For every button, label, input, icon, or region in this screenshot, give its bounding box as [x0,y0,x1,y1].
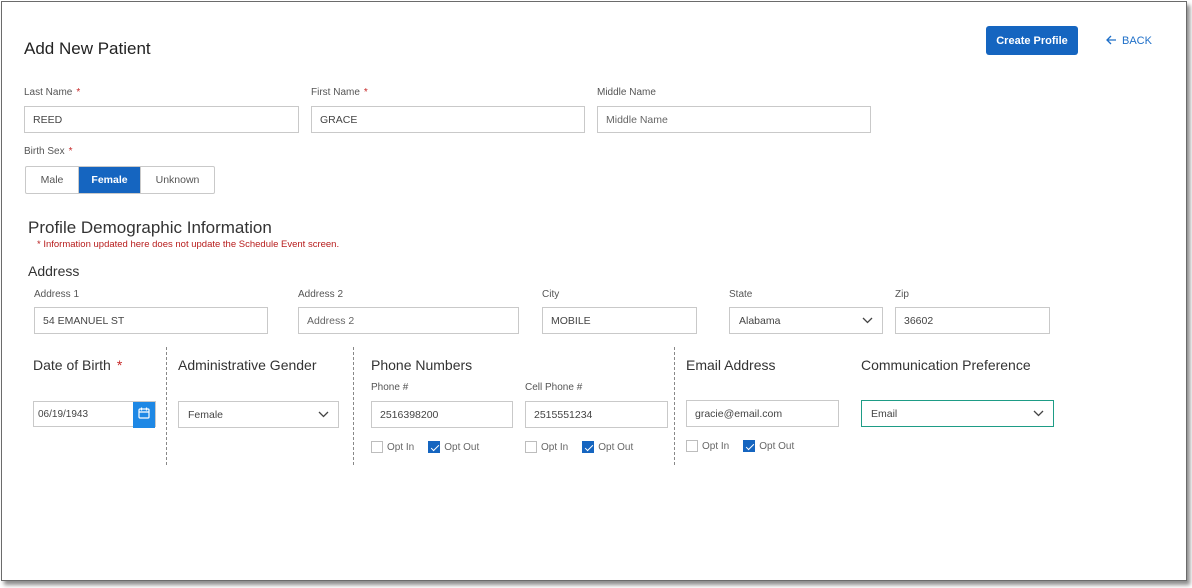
birth-sex-unknown-option[interactable]: Unknown [141,167,214,193]
back-link[interactable]: BACK [1106,33,1152,49]
email-title: Email Address [686,357,776,373]
phone-input[interactable]: 2516398200 [371,401,513,428]
state-value: Alabama [739,314,781,327]
create-profile-button[interactable]: Create Profile [986,26,1078,55]
chevron-down-icon [318,409,329,421]
cell-phone-input[interactable]: 2515551234 [525,401,668,428]
email-opt-out[interactable]: Opt Out [743,440,794,452]
opt-in-checkbox[interactable] [371,441,383,453]
page-title: Add New Patient [24,39,151,58]
birth-sex-label: Birth Sex * [24,146,73,157]
state-select[interactable]: Alabama [729,307,883,334]
comm-pref-select[interactable]: Email [861,400,1054,427]
email-input[interactable]: gracie@email.com [686,400,839,427]
email-opt-in[interactable]: Opt In [686,440,729,452]
calendar-icon [138,406,150,424]
dob-title: Date of Birth * [33,357,123,373]
zip-input[interactable]: 36602 [895,307,1050,334]
city-input[interactable]: MOBILE [542,307,697,334]
dob-field: 06/19/1943 [33,401,156,428]
opt-out-checkbox[interactable] [582,441,595,453]
calendar-button[interactable] [133,402,155,428]
opt-out-label: Opt Out [759,440,795,452]
opt-in-checkbox[interactable] [686,440,698,452]
phone-numbers-title: Phone Numbers [371,357,473,373]
last-name-label: Last Name * [24,87,81,98]
address2-input[interactable]: Address 2 [298,307,519,334]
address1-input[interactable]: 54 EMANUEL ST [34,307,268,334]
comm-pref-title: Communication Preference [861,357,1031,373]
required-marker: * [68,146,73,157]
birth-sex-male-option[interactable]: Male [26,167,79,193]
cell-opt-out[interactable]: Opt Out [582,441,633,453]
address1-label: Address 1 [34,289,80,300]
phone-opt-row: Opt In Opt Out [371,441,493,453]
required-marker: * [116,357,123,373]
arrow-left-icon [1106,35,1117,48]
phone-opt-out[interactable]: Opt Out [428,441,479,453]
admin-gender-select[interactable]: Female [178,401,339,428]
dob-input[interactable]: 06/19/1943 [34,402,133,426]
column-divider [674,347,675,465]
last-name-input[interactable]: REED [24,106,299,133]
chevron-down-icon [862,315,873,327]
state-label: State [729,289,753,300]
cell-opt-in[interactable]: Opt In [525,441,568,453]
admin-gender-value: Female [188,408,224,421]
required-marker: * [76,87,81,98]
cell-opt-row: Opt In Opt Out [525,441,647,453]
phone-opt-in[interactable]: Opt In [371,441,414,453]
comm-pref-value: Email [871,407,898,420]
opt-out-checkbox[interactable] [428,441,441,453]
address2-label: Address 2 [298,289,344,300]
email-opt-row: Opt In Opt Out [686,440,808,452]
first-name-input[interactable]: GRACE [311,106,585,133]
opt-in-label: Opt In [387,441,415,453]
required-marker: * [363,87,368,98]
middle-name-label: Middle Name [597,87,656,98]
back-link-label: BACK [1122,35,1152,47]
admin-gender-title: Administrative Gender [178,357,317,373]
phone-label: Phone # [371,382,409,393]
opt-in-label: Opt In [541,441,569,453]
chevron-down-icon [1033,408,1044,420]
opt-in-label: Opt In [702,440,730,452]
birth-sex-female-option[interactable]: Female [79,167,141,193]
zip-label: Zip [895,289,909,300]
column-divider [353,347,354,465]
birth-sex-toggle: Male Female Unknown [25,166,215,194]
opt-out-label: Opt Out [444,441,480,453]
app-window: Add New Patient Create Profile BACK Last… [1,1,1187,581]
cell-phone-label: Cell Phone # [525,382,583,393]
city-label: City [542,289,560,300]
column-divider [166,347,167,465]
demographics-title: Profile Demographic Information [28,218,272,237]
opt-out-checkbox[interactable] [743,440,756,452]
first-name-label: First Name * [311,87,368,98]
demographics-note: * Information updated here does not upda… [37,239,340,250]
middle-name-input[interactable]: Middle Name [597,106,871,133]
address-title: Address [28,263,80,279]
opt-out-label: Opt Out [598,441,634,453]
opt-in-checkbox[interactable] [525,441,537,453]
